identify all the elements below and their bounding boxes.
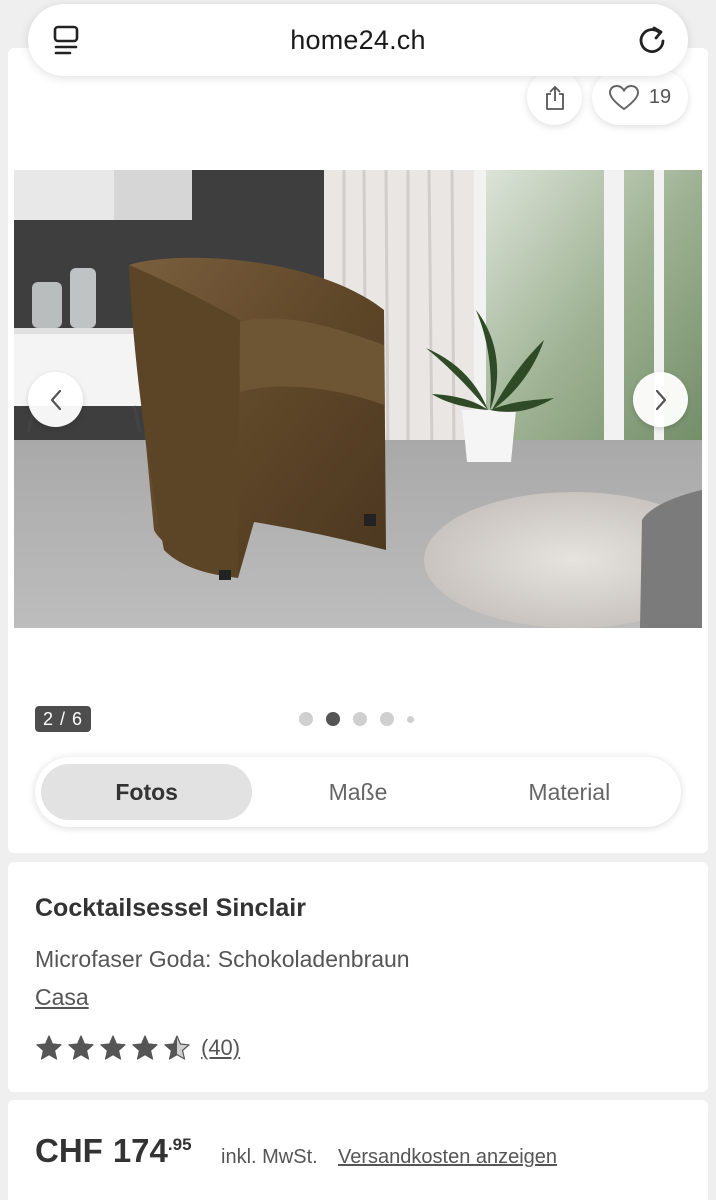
favorite-button[interactable]: 19 [592, 70, 688, 125]
tab-material[interactable]: Material [464, 764, 675, 820]
vat-note: inkl. MwSt. [221, 1146, 318, 1168]
star-full-icon [100, 1035, 126, 1060]
star-full-icon [68, 1035, 94, 1060]
brand-link[interactable]: Casa [35, 984, 89, 1011]
product-title: Cocktailsessel Sinclair [35, 894, 306, 922]
tab-fotos[interactable]: Fotos [41, 764, 253, 820]
url-text: home24.ch [290, 24, 426, 55]
previous-image-button[interactable] [28, 372, 83, 427]
next-image-button[interactable] [633, 372, 688, 427]
pagination-dots [299, 712, 414, 726]
tabs-icon[interactable] [52, 24, 82, 56]
share-button[interactable] [527, 70, 582, 125]
chevron-left-icon [50, 389, 61, 410]
star-full-icon [36, 1035, 62, 1060]
pagination-dot[interactable] [326, 712, 340, 726]
price-currency: CHF [35, 1132, 103, 1169]
star-half-icon [164, 1035, 190, 1060]
product-image[interactable] [14, 170, 702, 628]
address-bar[interactable]: home24.ch [28, 4, 688, 76]
price-cents: .95 [167, 1135, 192, 1154]
gallery-tabs: Fotos Maße Material [35, 757, 681, 827]
share-icon [545, 85, 564, 110]
shipping-costs-link[interactable]: Versandkosten anzeigen [338, 1146, 557, 1169]
pagination-dot[interactable] [407, 715, 414, 723]
favorite-count: 19 [648, 86, 672, 108]
pagination-dot[interactable] [353, 712, 367, 726]
product-info: Cocktailsessel Sinclair Microfaser Goda:… [8, 862, 708, 1092]
product-gallery: 19 2 / 6 Fotos Maße Material [8, 48, 708, 853]
pagination-dot[interactable] [380, 712, 394, 726]
image-counter: 2 / 6 [35, 706, 92, 732]
price: CHF 174 .95 [35, 1132, 192, 1170]
price-amount: 174 [112, 1132, 168, 1169]
price-section: CHF 174 .95 inkl. MwSt. Versandkosten an… [8, 1100, 708, 1200]
tab-masse[interactable]: Maße [252, 764, 463, 820]
review-count[interactable]: (40) [201, 1035, 240, 1061]
star-full-icon [132, 1035, 158, 1060]
rating[interactable]: (40) [35, 1034, 240, 1062]
pagination-dot[interactable] [299, 712, 313, 726]
reload-icon[interactable] [636, 24, 668, 56]
product-variant: Microfaser Goda: Schokoladenbraun [35, 946, 410, 972]
heart-icon [608, 84, 639, 110]
chevron-right-icon [655, 389, 666, 410]
